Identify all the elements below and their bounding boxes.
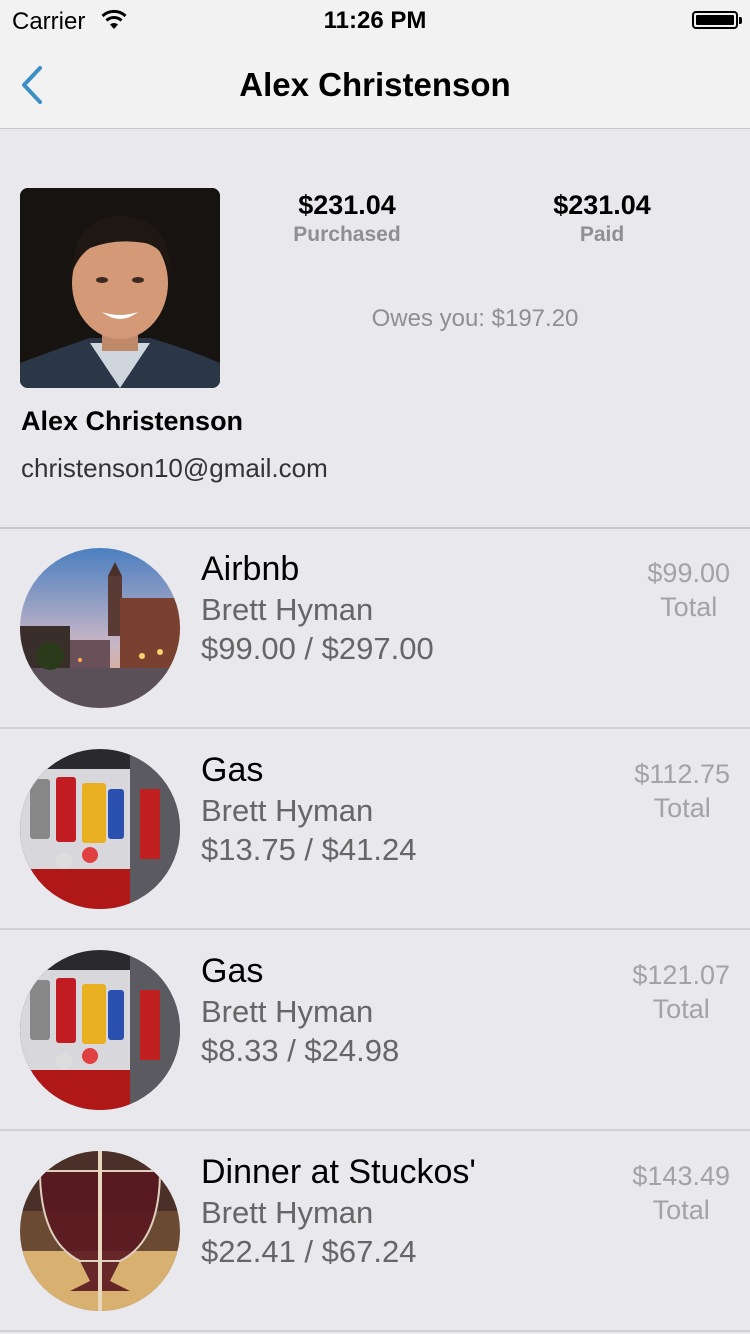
transaction-row[interactable]: Airbnb Brett Hyman $99.00 / $297.00 $99.…: [0, 528, 750, 729]
transaction-total: $121.07: [632, 960, 730, 990]
transaction-person: Brett Hyman: [201, 793, 374, 828]
status-bar: Carrier 11:26 PM: [0, 0, 750, 40]
navigation-bar: Alex Christenson: [0, 40, 750, 129]
transaction-person: Brett Hyman: [201, 994, 374, 1029]
paid-label: Paid: [579, 223, 625, 246]
transaction-total: $99.00: [647, 558, 730, 588]
transaction-total-block: $121.07 Total: [632, 958, 730, 1026]
transaction-person: Brett Hyman: [201, 592, 374, 627]
transaction-row[interactable]: Gas Brett Hyman $8.33 / $24.98 $121.07 T…: [0, 930, 750, 1131]
avatar: [20, 188, 220, 388]
gas-pump-photo: [20, 950, 180, 1110]
transaction-title: Airbnb: [201, 550, 300, 588]
paid-stat: $231.04 Paid: [482, 190, 722, 247]
city-street-photo: [20, 548, 180, 708]
transaction-total-label: Total: [660, 592, 718, 622]
transaction-row[interactable]: Dinner at Stuckos' Brett Hyman $22.41 / …: [0, 1131, 750, 1332]
transaction-row[interactable]: Gas Brett Hyman $13.75 / $41.24 $112.75 …: [0, 729, 750, 930]
purchased-amount: $231.04: [298, 190, 396, 220]
transaction-total-block: $143.49 Total: [632, 1159, 730, 1227]
transaction-amounts: $22.41 / $67.24: [201, 1234, 417, 1269]
owes-you-text: Owes you: $197.20: [371, 305, 579, 332]
profile-email: christenson10@gmail.com: [21, 453, 328, 483]
transaction-title: Gas: [201, 751, 264, 789]
transaction-total: $143.49: [632, 1161, 730, 1191]
transaction-total: $112.75: [634, 759, 730, 789]
profile-name: Alex Christenson: [21, 406, 244, 436]
transaction-person: Brett Hyman: [201, 1195, 374, 1230]
transaction-amounts: $8.33 / $24.98: [201, 1033, 400, 1068]
battery-icon: [692, 11, 742, 29]
transaction-total-block: $112.75 Total: [634, 757, 730, 825]
profile-header: $231.04 Purchased $231.04 Paid Owes you:…: [0, 129, 750, 529]
transaction-title: Dinner at Stuckos': [201, 1153, 476, 1191]
purchased-label: Purchased: [293, 223, 401, 246]
page-title: Alex Christenson: [239, 66, 511, 103]
beer-glass-photo: [20, 1151, 180, 1311]
transaction-amounts: $13.75 / $41.24: [201, 832, 417, 867]
paid-amount: $231.04: [553, 190, 651, 220]
transaction-list: Airbnb Brett Hyman $99.00 / $297.00 $99.…: [0, 528, 750, 1332]
purchased-stat: $231.04 Purchased: [227, 190, 467, 247]
status-time: 11:26 PM: [323, 7, 427, 34]
transaction-total-label: Total: [653, 793, 711, 823]
transaction-total-label: Total: [652, 1195, 710, 1225]
transaction-total-label: Total: [652, 994, 710, 1024]
transaction-total-block: $99.00 Total: [647, 556, 730, 624]
gas-pump-photo: [20, 749, 180, 909]
transaction-title: Gas: [201, 952, 264, 990]
transaction-amounts: $99.00 / $297.00: [201, 631, 434, 666]
